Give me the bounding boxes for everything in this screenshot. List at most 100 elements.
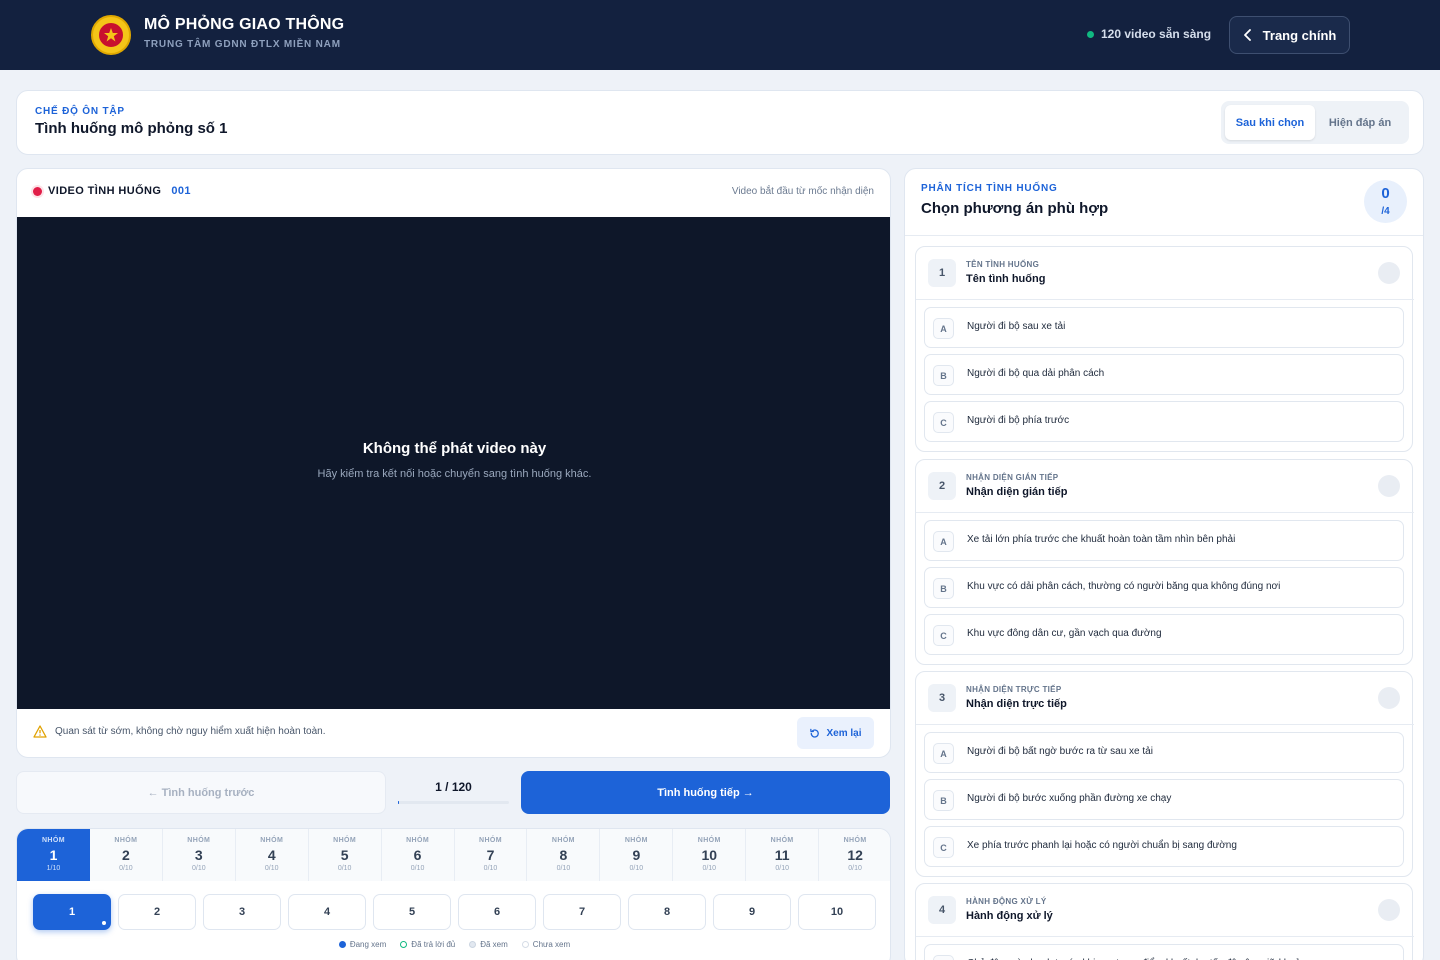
answer-option-a[interactable]: A Người đi bộ bất ngờ bước ra từ sau xe t… [924,732,1404,773]
group-tab-progress: 0/10 [556,865,571,872]
group-tabs: NHÓM 1 1/10 NHÓM 2 0/10 NHÓM 3 0/10 NHÓM 4 0/10 NHÓM… [17,829,890,881]
mode-card: CHẾ ĐỘ ÔN TẬP Tình huống mô phỏng số 1 S… [16,90,1424,155]
option-letter: C [933,837,954,858]
toggle-after-select[interactable]: Sau khi chọn [1225,105,1315,140]
answer-option-a[interactable]: AChủ động rà phanh trước khi vượt qua đi… [924,944,1404,960]
question-button-10[interactable]: 10 [798,894,876,930]
option-text: Người đi bộ bất ngờ bước ra từ sau xe tả… [967,746,1153,757]
answer-option-c[interactable]: C Khu vực đông dân cư, gần vạch qua đường [924,614,1404,655]
previous-situation-button[interactable]: ← Tình huống trước [16,771,386,814]
question-name: Nhận diện trực tiếp [966,698,1067,710]
question-button-7[interactable]: 7 [543,894,621,930]
option-letter: A [933,531,954,552]
video-player[interactable]: Không thể phát video này Hãy kiểm tra kế… [17,217,890,709]
question-button-label: 2 [153,906,161,918]
answer-option-a[interactable]: A Người đi bộ sau xe tải [924,307,1404,348]
group-tab-6[interactable]: NHÓM 6 0/10 [382,829,455,881]
question-button-2[interactable]: 2 [118,894,196,930]
question-button-1[interactable]: 1 [33,894,111,930]
home-button[interactable]: Trang chính [1229,16,1350,54]
group-tab-label: NHÓM [406,837,430,844]
score-value: 0 [1381,185,1390,202]
group-tab-7[interactable]: NHÓM 7 0/10 [455,829,528,881]
unviewed-dot-icon [521,941,529,948]
question-button-label: 6 [493,906,501,918]
status-circle-icon [1378,262,1400,284]
group-tab-number: 12 [847,847,863,863]
brand-subtitle: TRUNG TÂM GDNN ĐTLX MIỀN NAM [144,39,341,50]
question-button-3[interactable]: 3 [203,894,281,930]
group-tab-1[interactable]: NHÓM 1 1/10 [17,829,90,881]
group-tab-3[interactable]: NHÓM 3 0/10 [163,829,236,881]
analysis-question-3: 3 NHẬN DIỆN TRỰC TIẾP Nhận diện trực tiếp A… [915,671,1414,877]
question-button-6[interactable]: 6 [458,894,536,930]
group-tab-number: 5 [340,847,349,863]
question-button-9[interactable]: 9 [713,894,791,930]
answer-option-b[interactable]: B Người đi bộ qua dải phân cách [924,354,1404,395]
question-button-8[interactable]: 8 [628,894,706,930]
current-dot-icon [338,941,346,948]
status-circle-icon [1378,899,1400,921]
mode-label: CHẾ ĐỘ ÔN TẬP [35,106,125,117]
status-dot-icon [1087,30,1094,38]
group-tab-number: 9 [632,847,641,863]
toggle-show-answer[interactable]: Hiện đáp án [1315,105,1405,140]
group-tab-number: 6 [413,847,422,863]
group-tab-number: 8 [559,847,568,863]
legend-item: Đang xem [338,940,387,949]
situation-progress-fill [398,801,399,804]
group-tab-5[interactable]: NHÓM 5 0/10 [309,829,382,881]
group-tab-label: NHÓM [697,837,721,844]
option-letter: A [933,955,954,960]
option-letter: C [933,625,954,646]
legend-item: Chưa xem [521,940,570,949]
question-button-4[interactable]: 4 [288,894,366,930]
answer-mode-toggle: Sau khi chọn Hiện đáp án [1221,101,1409,144]
group-tab-progress: 1/10 [46,865,61,872]
answer-option-b[interactable]: B Người đi bộ bước xuống phần đường xe ch… [924,779,1404,820]
answered-dot-icon [400,941,408,948]
group-tab-11[interactable]: NHÓM 11 0/10 [746,829,820,881]
group-tab-9[interactable]: NHÓM 9 0/10 [600,829,674,881]
group-tab-10[interactable]: NHÓM 10 0/10 [673,829,747,881]
question-category: NHẬN DIỆN GIÁN TIẾP [966,473,1059,482]
question-button-label: 9 [748,906,756,918]
next-situation-button[interactable]: Tình huống tiếp → [521,771,890,814]
question-header: 2 NHẬN DIỆN GIÁN TIẾP Nhận diện gián tiếp [916,460,1414,513]
answer-option-a[interactable]: A Xe tải lớn phía trước che khuất hoàn to… [924,520,1404,561]
home-label: Trang chính [1262,27,1337,43]
option-letter: B [933,365,954,386]
warning-icon [33,725,47,738]
group-tab-label: NHÓM [333,837,357,844]
group-tab-number: 4 [267,847,276,863]
tip-text: Quan sát từ sớm, không chờ nguy hiểm xuấ… [55,726,326,737]
replay-button[interactable]: Xem lại [797,717,874,749]
group-tab-label: NHÓM [114,837,138,844]
group-tab-12[interactable]: NHÓM 12 0/10 [819,829,890,881]
group-tab-label: NHÓM [260,837,284,844]
answer-option-b[interactable]: B Khu vực có dải phân cách, thường có ngư… [924,567,1404,608]
legend-label: Đã trả lời đủ [411,940,456,949]
answer-option-c[interactable]: C Người đi bộ phía trước [924,401,1404,442]
group-tab-2[interactable]: NHÓM 2 0/10 [90,829,163,881]
group-tab-4[interactable]: NHÓM 4 0/10 [236,829,309,881]
answer-option-c[interactable]: C Xe phía trước phanh lại hoặc có người c… [924,826,1404,867]
status-legend: Đang xem Đã trả lời đủ Đã xem Chưa xem [17,940,890,949]
group-tab-progress: 0/10 [410,865,425,872]
legend-item: Đã xem [469,940,508,949]
question-number: 3 [928,684,956,712]
question-button-5[interactable]: 5 [373,894,451,930]
question-button-label: 10 [830,906,844,918]
status-circle-icon [1378,687,1400,709]
group-tab-number: 2 [121,847,130,863]
top-bar: MÔ PHỎNG GIAO THÔNG TRUNG TÂM GDNN ĐTLX … [0,0,1440,70]
group-tab-progress: 0/10 [629,865,644,872]
video-header: VIDEO TÌNH HUỐNG 001 [33,185,191,197]
option-letter: A [933,743,954,764]
group-tab-8[interactable]: NHÓM 8 0/10 [527,829,601,881]
question-number: 1 [928,259,956,287]
option-text: Người đi bộ bước xuống phần đường xe chạ… [967,793,1172,804]
legend-label: Đang xem [349,940,387,949]
panel-label: PHÂN TÍCH TÌNH HUỐNG [921,183,1058,194]
question-name: Nhận diện gián tiếp [966,486,1068,498]
